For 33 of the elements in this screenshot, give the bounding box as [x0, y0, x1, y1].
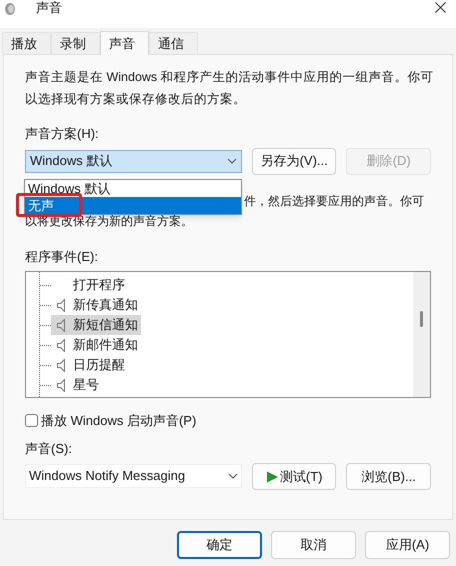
- event-item[interactable]: 新传真通知: [51, 295, 141, 315]
- tab[interactable]: 声音: [100, 31, 149, 55]
- sound-dropdown[interactable]: Windows Notify Messaging: [25, 464, 242, 488]
- event-item[interactable]: 新邮件通知: [51, 335, 141, 355]
- dropdown-option[interactable]: 无声: [25, 197, 241, 214]
- dropdown-option[interactable]: Windows 默认: [25, 180, 241, 197]
- scheme-label: 声音方案(H):: [25, 125, 100, 143]
- scheme-button[interactable]: 另存为(V)...: [252, 148, 336, 174]
- window-title: 声音: [36, 0, 62, 18]
- tab[interactable]: 录制: [51, 32, 100, 54]
- event-item[interactable]: 新短信通知: [51, 315, 141, 335]
- tab[interactable]: 通信: [149, 32, 198, 54]
- checkbox-label: 播放 Windows 启动声音(P): [41, 412, 196, 430]
- sound-label: 声音(S):: [25, 440, 73, 458]
- dialog-button[interactable]: 应用(A): [365, 531, 450, 559]
- dialog-button[interactable]: 取消: [271, 531, 356, 559]
- scheme-dropdown[interactable]: Windows 默认: [25, 150, 242, 172]
- close-icon: [434, 2, 446, 12]
- description-text: 声音主题是在 Windows 和程序产生的活动事件中应用的一组声音。你可以选择现有方案或保存修改后的方案。: [25, 69, 435, 108]
- chevron-down-icon: [228, 473, 238, 479]
- chevron-down-icon: [226, 158, 237, 164]
- browse-button[interactable]: 浏览(B)...: [346, 463, 432, 490]
- play-icon: [266, 470, 278, 482]
- checkbox[interactable]: [25, 414, 38, 428]
- dialog-button[interactable]: 确定: [177, 531, 262, 559]
- event-item[interactable]: 打开程序: [51, 275, 128, 295]
- event-item[interactable]: 星号: [51, 375, 102, 395]
- events-label: 程序事件(E):: [25, 248, 99, 266]
- tab[interactable]: 播放: [2, 32, 51, 54]
- scrollbar-thumb: [420, 311, 423, 327]
- test-button[interactable]: 测试(T): [252, 463, 336, 490]
- event-item[interactable]: 日历提醒: [51, 355, 128, 375]
- hint-text: 件，然后选择要应用的声音。你可: [244, 192, 424, 210]
